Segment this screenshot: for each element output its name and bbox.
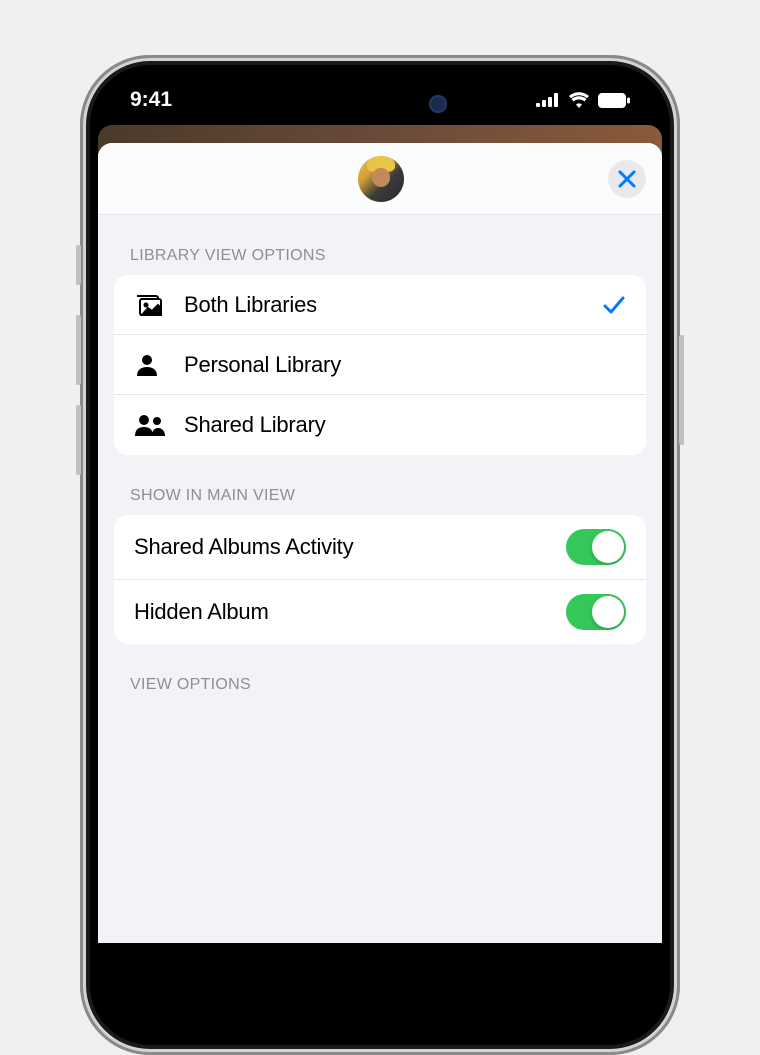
both-libraries-row[interactable]: Both Libraries bbox=[114, 275, 646, 335]
shared-library-row[interactable]: Shared Library bbox=[114, 395, 646, 455]
people-icon bbox=[134, 413, 166, 437]
library-view-section-header: LIBRARY VIEW OPTIONS bbox=[98, 215, 662, 275]
shared-albums-activity-label: Shared Albums Activity bbox=[134, 534, 566, 560]
phone-frame: 9:41 bbox=[80, 55, 680, 1055]
sheet-header bbox=[98, 143, 662, 215]
volume-down-button bbox=[76, 405, 81, 475]
silent-switch bbox=[76, 245, 81, 285]
status-icons bbox=[536, 92, 630, 108]
dynamic-island bbox=[305, 83, 455, 125]
shared-library-label: Shared Library bbox=[184, 412, 626, 438]
shared-albums-activity-row: Shared Albums Activity bbox=[114, 515, 646, 580]
settings-sheet: LIBRARY VIEW OPTIONS Both Libraries bbox=[98, 143, 662, 943]
person-icon bbox=[134, 352, 160, 378]
both-libraries-icon bbox=[134, 293, 164, 317]
view-options-section-header: VIEW OPTIONS bbox=[98, 644, 662, 704]
close-button[interactable] bbox=[608, 160, 646, 198]
battery-icon bbox=[598, 93, 630, 108]
hidden-album-row: Hidden Album bbox=[114, 580, 646, 644]
hidden-album-toggle[interactable] bbox=[566, 594, 626, 630]
shared-albums-activity-toggle[interactable] bbox=[566, 529, 626, 565]
personal-library-label: Personal Library bbox=[184, 352, 626, 378]
close-icon bbox=[618, 170, 636, 188]
wifi-icon bbox=[568, 92, 590, 108]
cellular-signal-icon bbox=[536, 93, 560, 107]
status-time: 9:41 bbox=[130, 88, 172, 112]
both-libraries-label: Both Libraries bbox=[184, 292, 602, 318]
volume-up-button bbox=[76, 315, 81, 385]
power-button bbox=[679, 335, 684, 445]
library-view-group: Both Libraries Personal Library bbox=[114, 275, 646, 455]
checkmark-icon bbox=[602, 293, 626, 317]
phone-screen: 9:41 bbox=[90, 65, 670, 1045]
show-in-main-section-header: SHOW IN MAIN VIEW bbox=[98, 455, 662, 515]
front-camera bbox=[429, 95, 447, 113]
show-in-main-group: Shared Albums Activity Hidden Album bbox=[114, 515, 646, 644]
profile-avatar[interactable] bbox=[358, 156, 404, 202]
personal-library-row[interactable]: Personal Library bbox=[114, 335, 646, 395]
hidden-album-label: Hidden Album bbox=[134, 599, 566, 625]
